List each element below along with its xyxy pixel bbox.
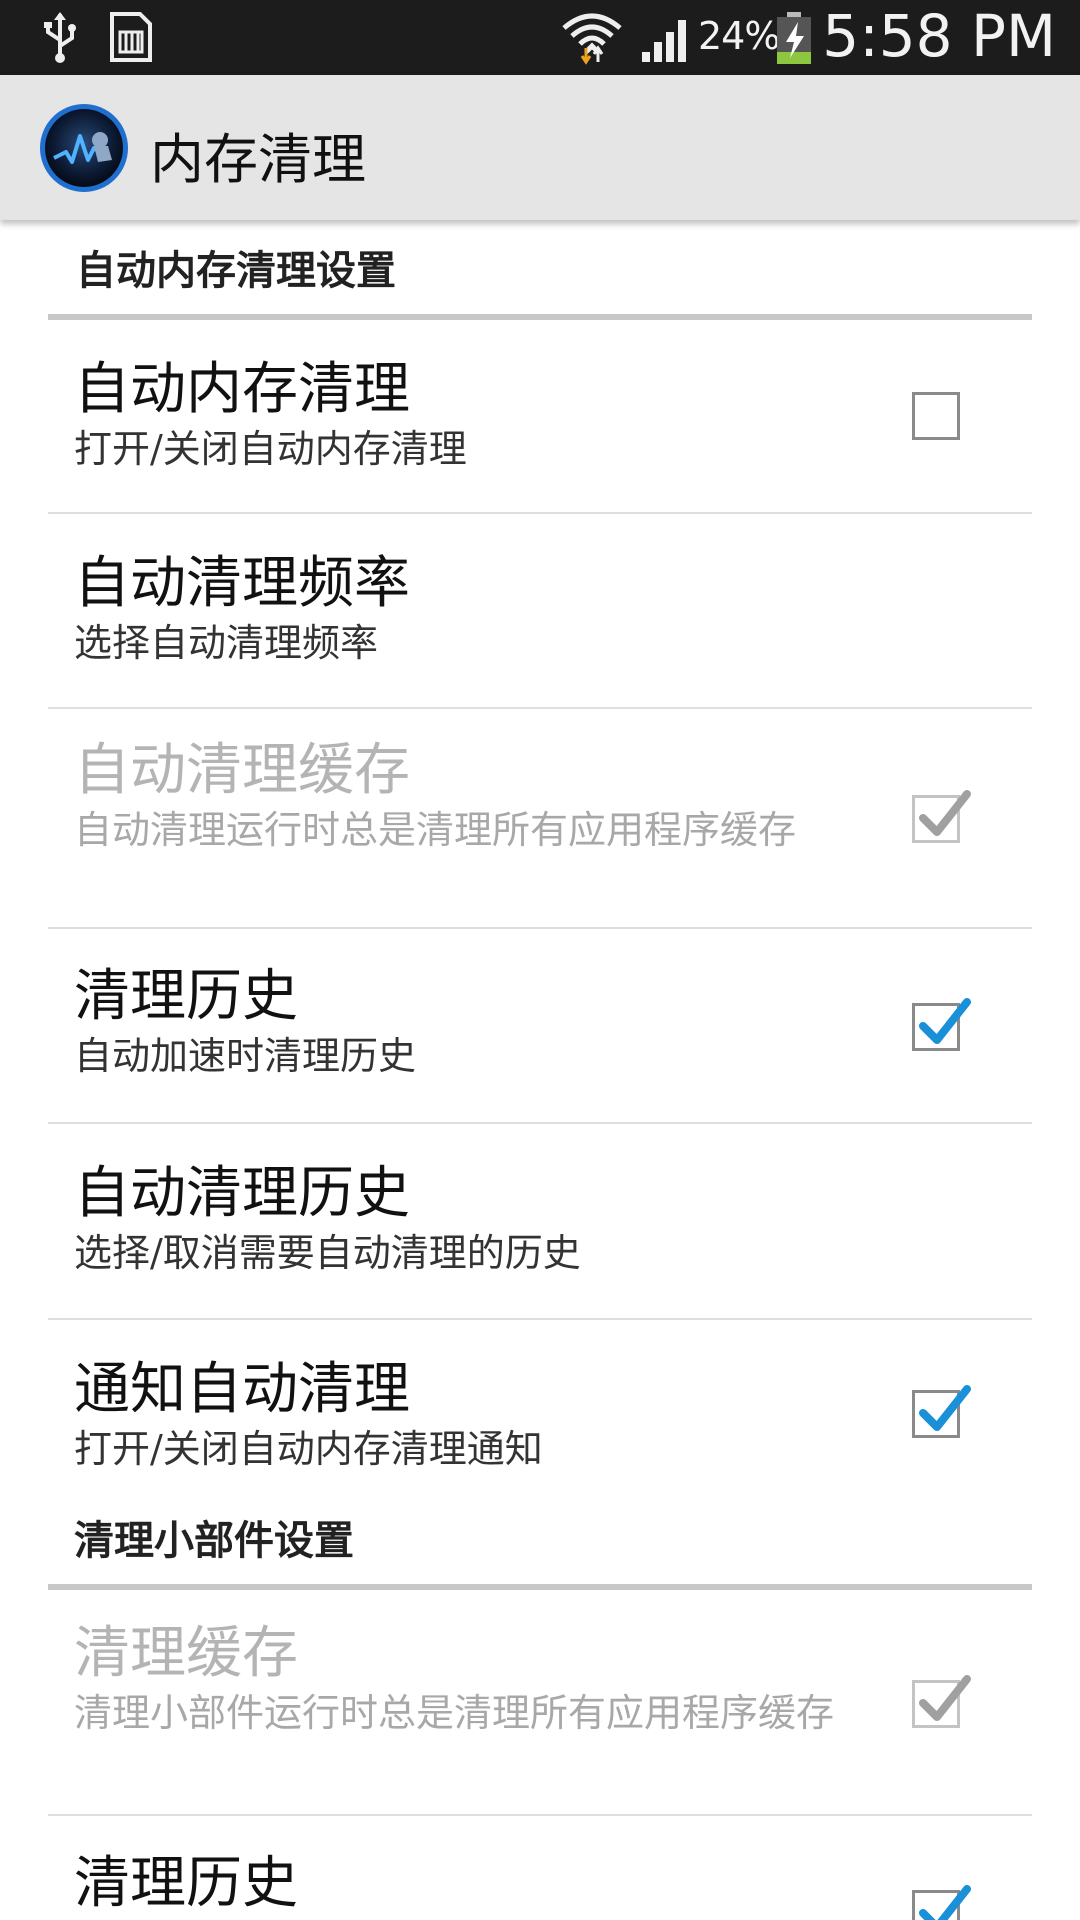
sd-card-icon (110, 12, 152, 62)
pref-auto-clean-history[interactable]: 自动清理历史 选择/取消需要自动清理的历史 (48, 1124, 1032, 1320)
pref-title: 自动清理缓存 (74, 738, 410, 803)
auto-memory-clean-checkbox[interactable] (912, 392, 960, 440)
pref-auto-memory-clean[interactable]: 自动内存清理 打开/关闭自动内存清理 (48, 320, 1032, 514)
status-bar: 24% 5:58 PM (0, 0, 1080, 75)
check-icon (919, 998, 971, 1044)
pref-summary: 选择/取消需要自动清理的历史 (74, 1231, 581, 1275)
section-header-widget: 清理小部件设置 (48, 1510, 1032, 1590)
pref-title: 自动清理频率 (74, 551, 410, 616)
pref-title: 自动内存清理 (74, 357, 410, 422)
pref-summary: 自动加速时清理历史 (74, 1034, 417, 1078)
battery-percent: 24% (698, 14, 780, 58)
check-icon (919, 1675, 971, 1721)
pref-auto-clean-frequency[interactable]: 自动清理频率 选择自动清理频率 (48, 514, 1032, 709)
pref-summary: 自动清理运行时总是清理所有应用程序缓存 (74, 808, 797, 852)
pref-title: 清理历史 (74, 964, 298, 1029)
status-time: 5:58 PM (822, 2, 1056, 70)
pref-title: 清理历史 (74, 1851, 298, 1916)
notify-auto-clean-checkbox[interactable] (912, 1385, 971, 1438)
pref-summary: 打开/关闭自动内存清理 (74, 427, 467, 471)
preferences-list[interactable]: 自动内存清理设置 自动内存清理 打开/关闭自动内存清理 自动清理频率 选择自动清… (0, 220, 1080, 1920)
app-logo-icon[interactable] (38, 102, 130, 194)
pref-auto-clean-cache[interactable]: 自动清理缓存 自动清理运行时总是清理所有应用程序缓存 (48, 709, 1032, 929)
check-icon (919, 790, 971, 836)
action-bar: 内存清理 (0, 75, 1080, 220)
pref-title: 通知自动清理 (74, 1357, 410, 1422)
page-title: 内存清理 (150, 128, 366, 191)
pref-summary: 打开/关闭自动内存清理通知 (74, 1427, 543, 1471)
pref-widget-clean-history[interactable]: 清理历史 (48, 1816, 1032, 1920)
battery-charging-icon (777, 12, 811, 64)
check-icon (919, 1385, 971, 1431)
pref-summary: 选择自动清理频率 (74, 621, 379, 665)
pref-title: 清理缓存 (74, 1621, 298, 1686)
pref-clean-history[interactable]: 清理历史 自动加速时清理历史 (48, 929, 1032, 1124)
widget-clean-history-checkbox[interactable] (912, 1885, 971, 1920)
section-header-label: 自动内存清理设置 (76, 247, 396, 294)
widget-clean-cache-checkbox[interactable] (912, 1675, 971, 1728)
pref-widget-clean-cache[interactable]: 清理缓存 清理小部件运行时总是清理所有应用程序缓存 (48, 1590, 1032, 1816)
signal-icon (642, 20, 686, 62)
usb-icon (44, 12, 76, 63)
pref-summary: 清理小部件运行时总是清理所有应用程序缓存 (74, 1691, 835, 1735)
section-header-label: 清理小部件设置 (74, 1517, 354, 1564)
section-header-auto-clean: 自动内存清理设置 (48, 220, 1032, 320)
clean-history-checkbox[interactable] (912, 998, 971, 1051)
check-icon (919, 1885, 971, 1920)
pref-title: 自动清理历史 (74, 1161, 410, 1226)
auto-clean-cache-checkbox[interactable] (912, 790, 971, 843)
pref-notify-auto-clean[interactable]: 通知自动清理 打开/关闭自动内存清理通知 (48, 1320, 1032, 1510)
wifi-icon (562, 13, 622, 65)
